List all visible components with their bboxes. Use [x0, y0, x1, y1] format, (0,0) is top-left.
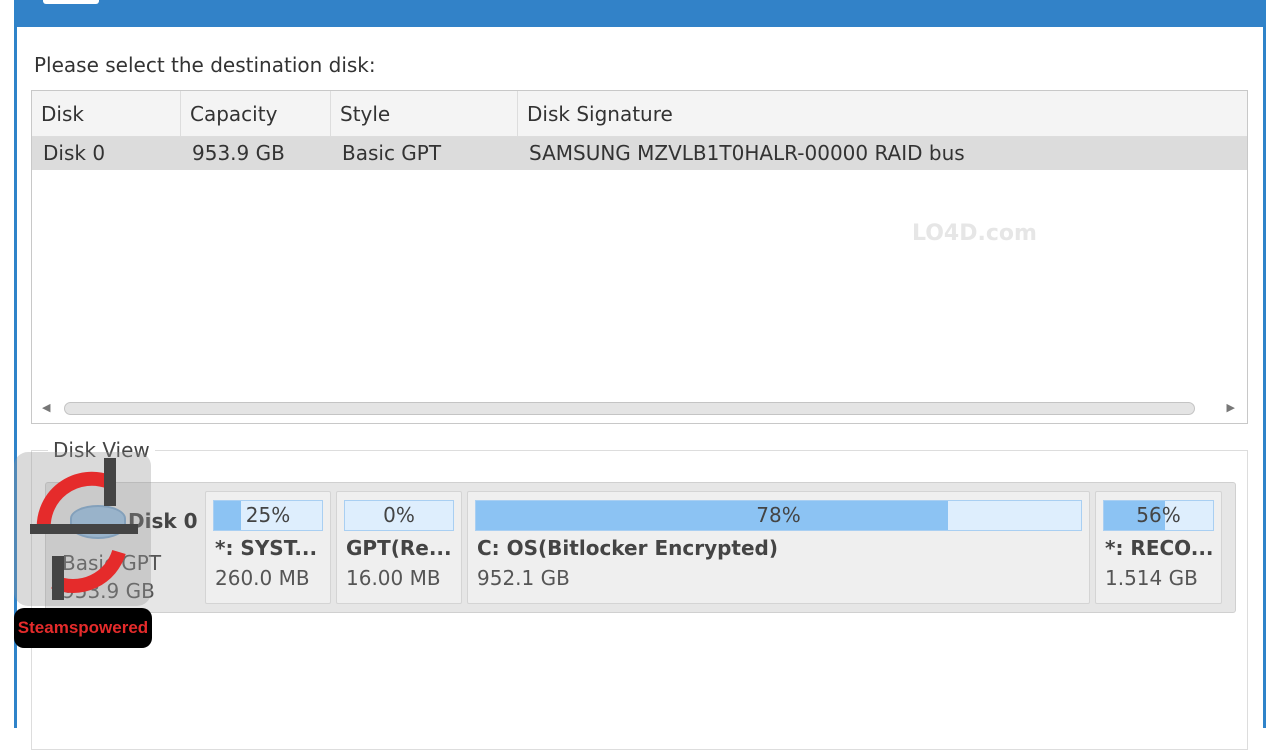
watermark: LO4D.com: [912, 221, 1037, 246]
scroll-left-icon[interactable]: ◀: [42, 401, 50, 414]
partition-size: 1.514 GB: [1105, 566, 1198, 590]
cell-capacity: 953.9 GB: [192, 141, 285, 165]
steamspowered-logo-text: Steamspowered: [14, 608, 152, 648]
partition-size: 952.1 GB: [477, 566, 570, 590]
cell-disk: Disk 0: [43, 141, 106, 165]
usage-bar: 0%: [344, 500, 454, 531]
column-header-capacity[interactable]: Capacity: [181, 91, 331, 137]
table-row[interactable]: Disk 0 953.9 GB Basic GPT SAMSUNG MZVLB1…: [32, 137, 1247, 170]
partition-c-os[interactable]: 78% C: OS(Bitlocker Encrypted) 952.1 GB: [467, 491, 1090, 604]
disk-map: Disk 0 Basic GPT 953.9 GB 25% *: SYST...…: [45, 482, 1236, 613]
title-bar: [17, 0, 1263, 27]
partition-name: C: OS(Bitlocker Encrypted): [477, 536, 779, 560]
partition-name: *: RECO...: [1105, 536, 1214, 560]
cell-signature: SAMSUNG MZVLB1T0HALR-00000 RAID bus: [529, 141, 965, 165]
usage-percent: 56%: [1136, 503, 1181, 527]
partition-size: 16.00 MB: [346, 566, 441, 590]
gear-logo-icon: [30, 458, 138, 600]
column-header-signature[interactable]: Disk Signature: [518, 91, 1247, 137]
scrollbar-thumb[interactable]: [64, 402, 1195, 415]
column-header-style[interactable]: Style: [331, 91, 518, 137]
scroll-right-icon[interactable]: ▶: [1227, 401, 1235, 414]
usage-percent: 0%: [383, 503, 415, 527]
column-header-disk[interactable]: Disk: [32, 91, 181, 137]
partition-size: 260.0 MB: [215, 566, 310, 590]
usage-bar: 56%: [1103, 500, 1214, 531]
disk-table: Disk Capacity Style Disk Signature Disk …: [31, 90, 1248, 424]
usage-percent: 78%: [756, 503, 801, 527]
horizontal-scrollbar[interactable]: ◀ ▶: [32, 393, 1247, 423]
disk-view-group: Disk View Disk 0 Basic GPT 953.9 GB 25% …: [31, 438, 1248, 750]
partition-recovery[interactable]: 56% *: RECO... 1.514 GB: [1095, 491, 1222, 604]
partition-name: *: SYST...: [215, 536, 318, 560]
usage-bar: 78%: [475, 500, 1082, 531]
table-header: Disk Capacity Style Disk Signature: [32, 91, 1247, 137]
usage-bar: 25%: [213, 500, 323, 531]
partition-name: GPT(Re...: [346, 536, 452, 560]
usage-percent: 25%: [245, 503, 291, 527]
title-bar-button[interactable]: [43, 0, 99, 4]
partition-gpt-reserved[interactable]: 0% GPT(Re... 16.00 MB: [336, 491, 462, 604]
cell-style: Basic GPT: [342, 141, 442, 165]
partition-system[interactable]: 25% *: SYST... 260.0 MB: [205, 491, 331, 604]
prompt-label: Please select the destination disk:: [34, 53, 376, 77]
steamspowered-logo: [14, 452, 151, 606]
